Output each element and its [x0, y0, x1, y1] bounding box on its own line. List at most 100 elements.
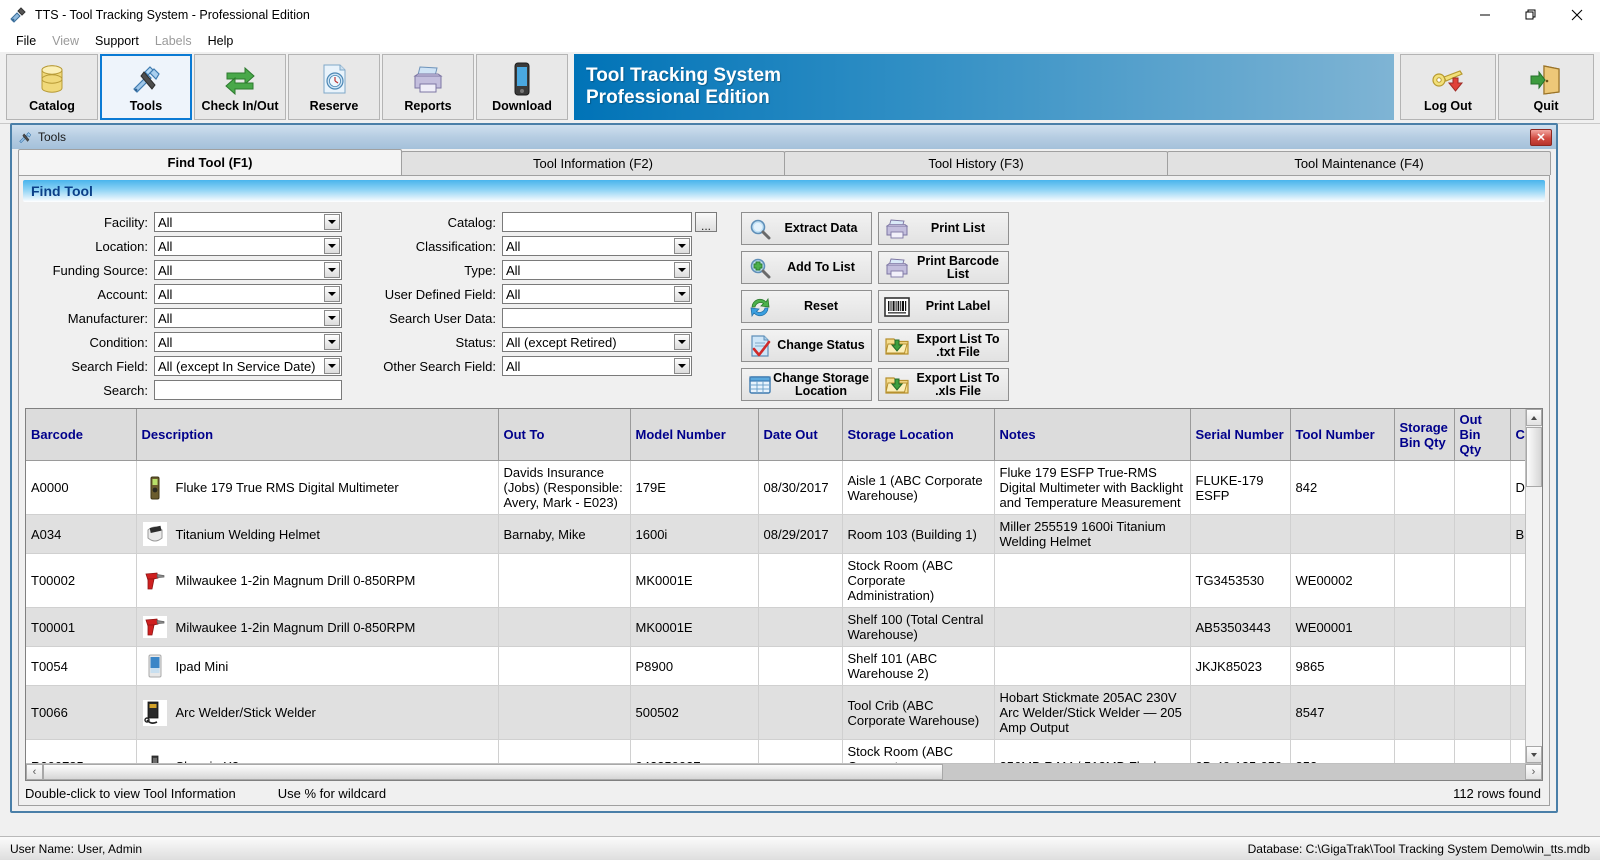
- export-txt-button[interactable]: Export List To .txt File: [878, 329, 1009, 362]
- chevron-down-icon[interactable]: [324, 262, 340, 278]
- printer-icon: [884, 217, 910, 241]
- quit-button[interactable]: Quit: [1498, 54, 1594, 120]
- minimize-button[interactable]: [1462, 0, 1508, 30]
- scroll-right-button[interactable]: ›: [1525, 764, 1542, 780]
- reset-button[interactable]: Reset: [741, 290, 872, 323]
- location-combo[interactable]: All: [154, 236, 342, 256]
- table-row[interactable]: T0054: [26, 647, 1525, 686]
- chevron-down-icon[interactable]: [324, 214, 340, 230]
- chevron-down-icon[interactable]: [324, 358, 340, 374]
- manufacturer-combo[interactable]: All: [154, 308, 342, 328]
- toolbar-button-download[interactable]: Download: [476, 54, 568, 120]
- toolbar-button-catalog[interactable]: Catalog: [6, 54, 98, 120]
- chevron-down-icon[interactable]: [324, 238, 340, 254]
- column-header-description[interactable]: Description: [136, 409, 498, 461]
- facility-combo[interactable]: All: [154, 212, 342, 232]
- print-list-label: Print List: [910, 222, 1008, 235]
- add-to-list-button[interactable]: Add To List: [741, 251, 872, 284]
- chevron-down-icon[interactable]: [324, 334, 340, 350]
- column-header-storage-location[interactable]: Storage Location: [842, 409, 994, 461]
- close-button[interactable]: [1554, 0, 1600, 30]
- toolbar-button-reports[interactable]: Reports: [382, 54, 474, 120]
- column-header-model-number[interactable]: Model Number: [630, 409, 758, 461]
- type-combo[interactable]: All: [502, 260, 692, 280]
- search-field-combo[interactable]: All (except In Service Date): [154, 356, 342, 376]
- change-storage-location-button[interactable]: Change Storage Location: [741, 368, 872, 401]
- column-header-out-bin-qty[interactable]: Out Bin Qty: [1454, 409, 1510, 461]
- condition-value: All: [155, 335, 172, 350]
- child-window-close-icon[interactable]: ✕: [1530, 129, 1552, 146]
- column-header-out-to[interactable]: Out To: [498, 409, 630, 461]
- chevron-down-icon[interactable]: [674, 286, 690, 302]
- grid-vertical-scrollbar[interactable]: [1525, 409, 1542, 763]
- chevron-down-icon[interactable]: [674, 358, 690, 374]
- catalog-input[interactable]: [502, 212, 692, 232]
- table-row[interactable]: A034: [26, 515, 1525, 554]
- hscroll-thumb[interactable]: [43, 764, 943, 780]
- other-search-field-combo[interactable]: All: [502, 356, 692, 376]
- chevron-down-icon[interactable]: [324, 286, 340, 302]
- cell-tool-number: 852: [1290, 740, 1394, 764]
- chevron-down-icon[interactable]: [324, 310, 340, 326]
- tab-find-tool[interactable]: Find Tool (F1): [18, 149, 402, 175]
- search-input[interactable]: [154, 380, 342, 400]
- tab-tool-maintenance[interactable]: Tool Maintenance (F4): [1167, 151, 1551, 175]
- exchange-arrows-icon: [223, 61, 257, 97]
- chevron-down-icon[interactable]: [674, 238, 690, 254]
- table-body: A0000: [26, 461, 1525, 764]
- funding-source-combo[interactable]: All: [154, 260, 342, 280]
- column-header-serial-number[interactable]: Serial Number: [1190, 409, 1290, 461]
- vscroll-track[interactable]: [1526, 426, 1542, 746]
- cell-notes: Fluke 179 ESFP True-RMS Digital Multimet…: [994, 461, 1190, 515]
- folder-export-icon: [884, 373, 910, 397]
- account-combo[interactable]: All: [154, 284, 342, 304]
- menu-labels[interactable]: Labels: [147, 32, 200, 50]
- table-row[interactable]: T00002: [26, 554, 1525, 608]
- print-barcode-list-button[interactable]: Print Barcode List: [878, 251, 1009, 284]
- print-label-button[interactable]: Print Label: [878, 290, 1009, 323]
- maximize-button[interactable]: [1508, 0, 1554, 30]
- toolbar-button-tools[interactable]: Tools: [100, 54, 192, 120]
- catalog-browse-button[interactable]: ...: [695, 212, 717, 232]
- menu-view[interactable]: View: [44, 32, 87, 50]
- column-header-storage-bin-qty[interactable]: Storage Bin Qty: [1394, 409, 1454, 461]
- change-status-button[interactable]: Change Status: [741, 329, 872, 362]
- toolbar-button-reserve[interactable]: Reserve: [288, 54, 380, 120]
- logout-button[interactable]: Log Out: [1400, 54, 1496, 120]
- condition-combo[interactable]: All: [154, 332, 342, 352]
- scroll-left-button[interactable]: ‹: [26, 764, 43, 780]
- menu-help[interactable]: Help: [200, 32, 242, 50]
- column-header-extra[interactable]: C: [1510, 409, 1525, 461]
- toolbar-button-check-in-out[interactable]: Check In/Out: [194, 54, 286, 120]
- column-header-tool-number[interactable]: Tool Number: [1290, 409, 1394, 461]
- toolbar-label-download: Download: [492, 99, 552, 113]
- status-combo[interactable]: All (except Retired): [502, 332, 692, 352]
- hscroll-track[interactable]: [43, 764, 1525, 780]
- other-search-field-value: All: [503, 359, 520, 374]
- tab-tool-information[interactable]: Tool Information (F2): [401, 151, 785, 175]
- column-header-barcode[interactable]: Barcode: [26, 409, 136, 461]
- vscroll-thumb[interactable]: [1526, 427, 1542, 487]
- grid-horizontal-scrollbar[interactable]: ‹ ›: [26, 763, 1542, 780]
- extract-data-button[interactable]: Extract Data: [741, 212, 872, 245]
- database-icon: [37, 61, 67, 97]
- classification-combo[interactable]: All: [502, 236, 692, 256]
- scroll-up-button[interactable]: [1526, 409, 1542, 426]
- user-defined-field-combo[interactable]: All: [502, 284, 692, 304]
- scroll-down-button[interactable]: [1526, 746, 1542, 763]
- table-row[interactable]: T00001: [26, 608, 1525, 647]
- table-row[interactable]: R000785: [26, 740, 1525, 764]
- menu-support[interactable]: Support: [87, 32, 147, 50]
- menu-file[interactable]: File: [8, 32, 44, 50]
- search-user-data-input[interactable]: [502, 308, 692, 328]
- chevron-down-icon[interactable]: [674, 262, 690, 278]
- cell-model-number: P8900: [630, 647, 758, 686]
- tab-tool-history[interactable]: Tool History (F3): [784, 151, 1168, 175]
- table-row[interactable]: T0066: [26, 686, 1525, 740]
- table-row[interactable]: A0000: [26, 461, 1525, 515]
- column-header-notes[interactable]: Notes: [994, 409, 1190, 461]
- print-list-button[interactable]: Print List: [878, 212, 1009, 245]
- column-header-date-out[interactable]: Date Out: [758, 409, 842, 461]
- chevron-down-icon[interactable]: [674, 334, 690, 350]
- export-xls-button[interactable]: Export List To .xls File: [878, 368, 1009, 401]
